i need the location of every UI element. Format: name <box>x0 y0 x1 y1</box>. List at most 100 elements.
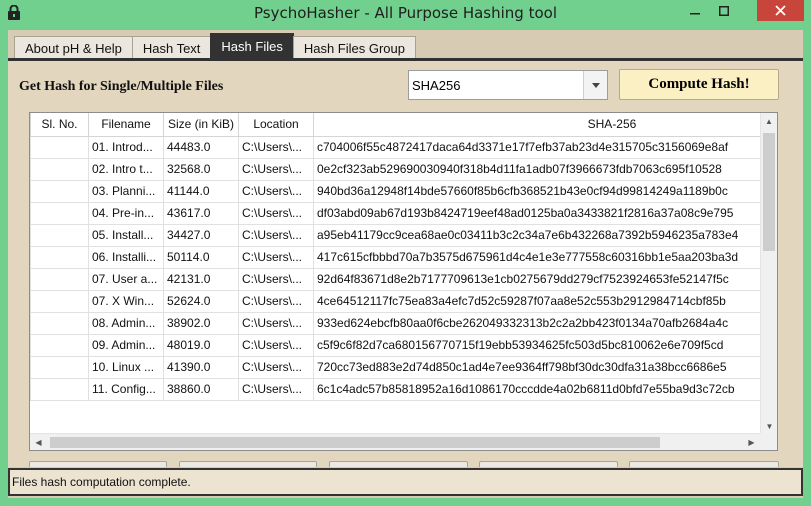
cell-filename: 02. Intro t... <box>88 157 164 181</box>
column-header-sha256[interactable]: SHA-256 <box>313 113 777 137</box>
app-window: PsychoHasher - All Purpose Hashing tool … <box>0 0 811 506</box>
vertical-scrollbar[interactable]: ▲ ▼ <box>760 113 777 435</box>
cell-sl-no <box>30 311 89 335</box>
cell-size: 38860.0 <box>163 377 239 401</box>
table-row[interactable]: 11. Config... 38860.0 C:\Users\... 6c1c4… <box>30 377 777 401</box>
cell-hash: c704006f55c4872417daca64d3371e17f7efb37a… <box>313 135 777 159</box>
cell-location: C:\Users\... <box>238 289 314 313</box>
table-row[interactable]: 06. Installi... 50114.0 C:\Users\... 417… <box>30 245 777 269</box>
cell-size: 48019.0 <box>163 333 239 357</box>
cell-hash: 4ce64512117fc75ea83a4efc7d52c59287f07aa8… <box>313 289 777 313</box>
chevron-down-icon[interactable] <box>583 71 607 99</box>
cell-size: 41390.0 <box>163 355 239 379</box>
cell-hash: a95eb41179cc9cea68ae0c03411b3c2c34a7e6b4… <box>313 223 777 247</box>
cell-location: C:\Users\... <box>238 333 314 357</box>
cell-location: C:\Users\... <box>238 157 314 181</box>
scroll-up-icon[interactable]: ▲ <box>761 113 777 130</box>
table-row[interactable]: 09. Admin... 48019.0 C:\Users\... c5f9c6… <box>30 333 777 357</box>
scroll-left-icon[interactable]: ◀ <box>30 434 47 450</box>
close-button[interactable] <box>757 0 804 21</box>
table-row[interactable]: 10. Linux ... 41390.0 C:\Users\... 720cc… <box>30 355 777 379</box>
title-bar[interactable]: PsychoHasher - All Purpose Hashing tool <box>0 0 811 26</box>
algorithm-value: SHA256 <box>412 78 461 93</box>
cell-size: 38902.0 <box>163 311 239 335</box>
status-box: Files hash computation complete. <box>8 468 803 496</box>
cell-location: C:\Users\... <box>238 245 314 269</box>
cell-size: 41144.0 <box>163 179 239 203</box>
cell-sl-no <box>30 289 89 313</box>
cell-size: 42131.0 <box>163 267 239 291</box>
tab-hash-text[interactable]: Hash Text <box>131 36 212 59</box>
cell-sl-no <box>30 355 89 379</box>
cell-hash: 720cc73ed883e2d74d850c1ad4e7ee9364ff798b… <box>313 355 777 379</box>
cell-sl-no <box>30 333 89 357</box>
maximize-icon <box>718 5 729 16</box>
table-row[interactable]: 07. User a... 42131.0 C:\Users\... 92d64… <box>30 267 777 291</box>
scrollbar-corner <box>760 433 777 450</box>
status-bar: Files hash computation complete. <box>8 467 803 498</box>
cell-filename: 07. X Win... <box>88 289 164 313</box>
column-header-filename[interactable]: Filename <box>88 113 164 137</box>
cell-location: C:\Users\... <box>238 267 314 291</box>
cell-sl-no <box>30 223 89 247</box>
cell-size: 32568.0 <box>163 157 239 181</box>
cell-sl-no <box>30 201 89 225</box>
hash-files-panel: Get Hash for Single/Multiple Files SHA25… <box>8 61 803 498</box>
tab-strip: About pH & Help Hash Text Hash Files Has… <box>14 33 416 60</box>
cell-hash: 940bd36a12948f14bde57660f85b6cfb368521b4… <box>313 179 777 203</box>
algorithm-select[interactable]: SHA256 <box>408 70 608 100</box>
table-row[interactable]: 05. Install... 34427.0 C:\Users\... a95e… <box>30 223 777 247</box>
cell-filename: 04. Pre-in... <box>88 201 164 225</box>
scroll-right-icon[interactable]: ▶ <box>743 434 760 450</box>
cell-location: C:\Users\... <box>238 135 314 159</box>
cell-filename: 06. Installi... <box>88 245 164 269</box>
cell-hash: df03abd09ab67d193b8424719eef48ad0125ba0a… <box>313 201 777 225</box>
cell-filename: 05. Install... <box>88 223 164 247</box>
cell-filename: 10. Linux ... <box>88 355 164 379</box>
vertical-scroll-thumb[interactable] <box>763 133 775 251</box>
cell-sl-no <box>30 267 89 291</box>
client-area: About pH & Help Hash Text Hash Files Has… <box>8 30 803 498</box>
cell-filename: 11. Config... <box>88 377 164 401</box>
column-header-size[interactable]: Size (in KiB) <box>163 113 239 137</box>
table-row[interactable]: 01. Introd... 44483.0 C:\Users\... c7040… <box>30 135 777 159</box>
cell-filename: 08. Admin... <box>88 311 164 335</box>
tab-hash-files-group[interactable]: Hash Files Group <box>292 36 416 59</box>
cell-filename: 01. Introd... <box>88 135 164 159</box>
table-header-row: Sl. No. Filename Size (in KiB) Location … <box>30 113 777 137</box>
cell-sl-no <box>30 179 89 203</box>
cell-size: 52624.0 <box>163 289 239 313</box>
horizontal-scrollbar[interactable]: ◀ ▶ <box>30 433 777 450</box>
cell-sl-no <box>30 157 89 181</box>
cell-location: C:\Users\... <box>238 179 314 203</box>
cell-hash: 0e2cf323ab529690030940f318b4d11fa1adb07f… <box>313 157 777 181</box>
files-table[interactable]: Sl. No. Filename Size (in KiB) Location … <box>29 112 778 451</box>
status-text: Files hash computation complete. <box>12 475 191 489</box>
tab-about-help[interactable]: About pH & Help <box>14 36 133 59</box>
minimize-button[interactable] <box>681 0 708 21</box>
table-row[interactable]: 08. Admin... 38902.0 C:\Users\... 933ed6… <box>30 311 777 335</box>
table-row[interactable]: 03. Planni... 41144.0 C:\Users\... 940bd… <box>30 179 777 203</box>
cell-hash: 6c1c4adc57b85818952a16d1086170cccdde4a02… <box>313 377 777 401</box>
cell-size: 43617.0 <box>163 201 239 225</box>
section-label: Get Hash for Single/Multiple Files <box>19 79 224 94</box>
table-row[interactable]: 07. X Win... 52624.0 C:\Users\... 4ce645… <box>30 289 777 313</box>
files-grid: Sl. No. Filename Size (in KiB) Location … <box>30 113 777 401</box>
cell-location: C:\Users\... <box>238 223 314 247</box>
table-row[interactable]: 04. Pre-in... 43617.0 C:\Users\... df03a… <box>30 201 777 225</box>
cell-location: C:\Users\... <box>238 201 314 225</box>
compute-hash-button[interactable]: Compute Hash! <box>619 69 779 100</box>
column-header-sl-no[interactable]: Sl. No. <box>30 113 89 137</box>
cell-location: C:\Users\... <box>238 311 314 335</box>
column-header-location[interactable]: Location <box>238 113 314 137</box>
cell-hash: 933ed624ebcfb80aa0f6cbe262049332313b2c2a… <box>313 311 777 335</box>
cell-hash: 92d64f83671d8e2b7177709613e1cb0275679dd2… <box>313 267 777 291</box>
cell-filename: 07. User a... <box>88 267 164 291</box>
tab-hash-files[interactable]: Hash Files <box>210 33 294 59</box>
cell-filename: 09. Admin... <box>88 333 164 357</box>
cell-size: 44483.0 <box>163 135 239 159</box>
cell-sl-no <box>30 245 89 269</box>
maximize-button[interactable] <box>710 0 737 21</box>
table-row[interactable]: 02. Intro t... 32568.0 C:\Users\... 0e2c… <box>30 157 777 181</box>
horizontal-scroll-thumb[interactable] <box>50 437 660 448</box>
